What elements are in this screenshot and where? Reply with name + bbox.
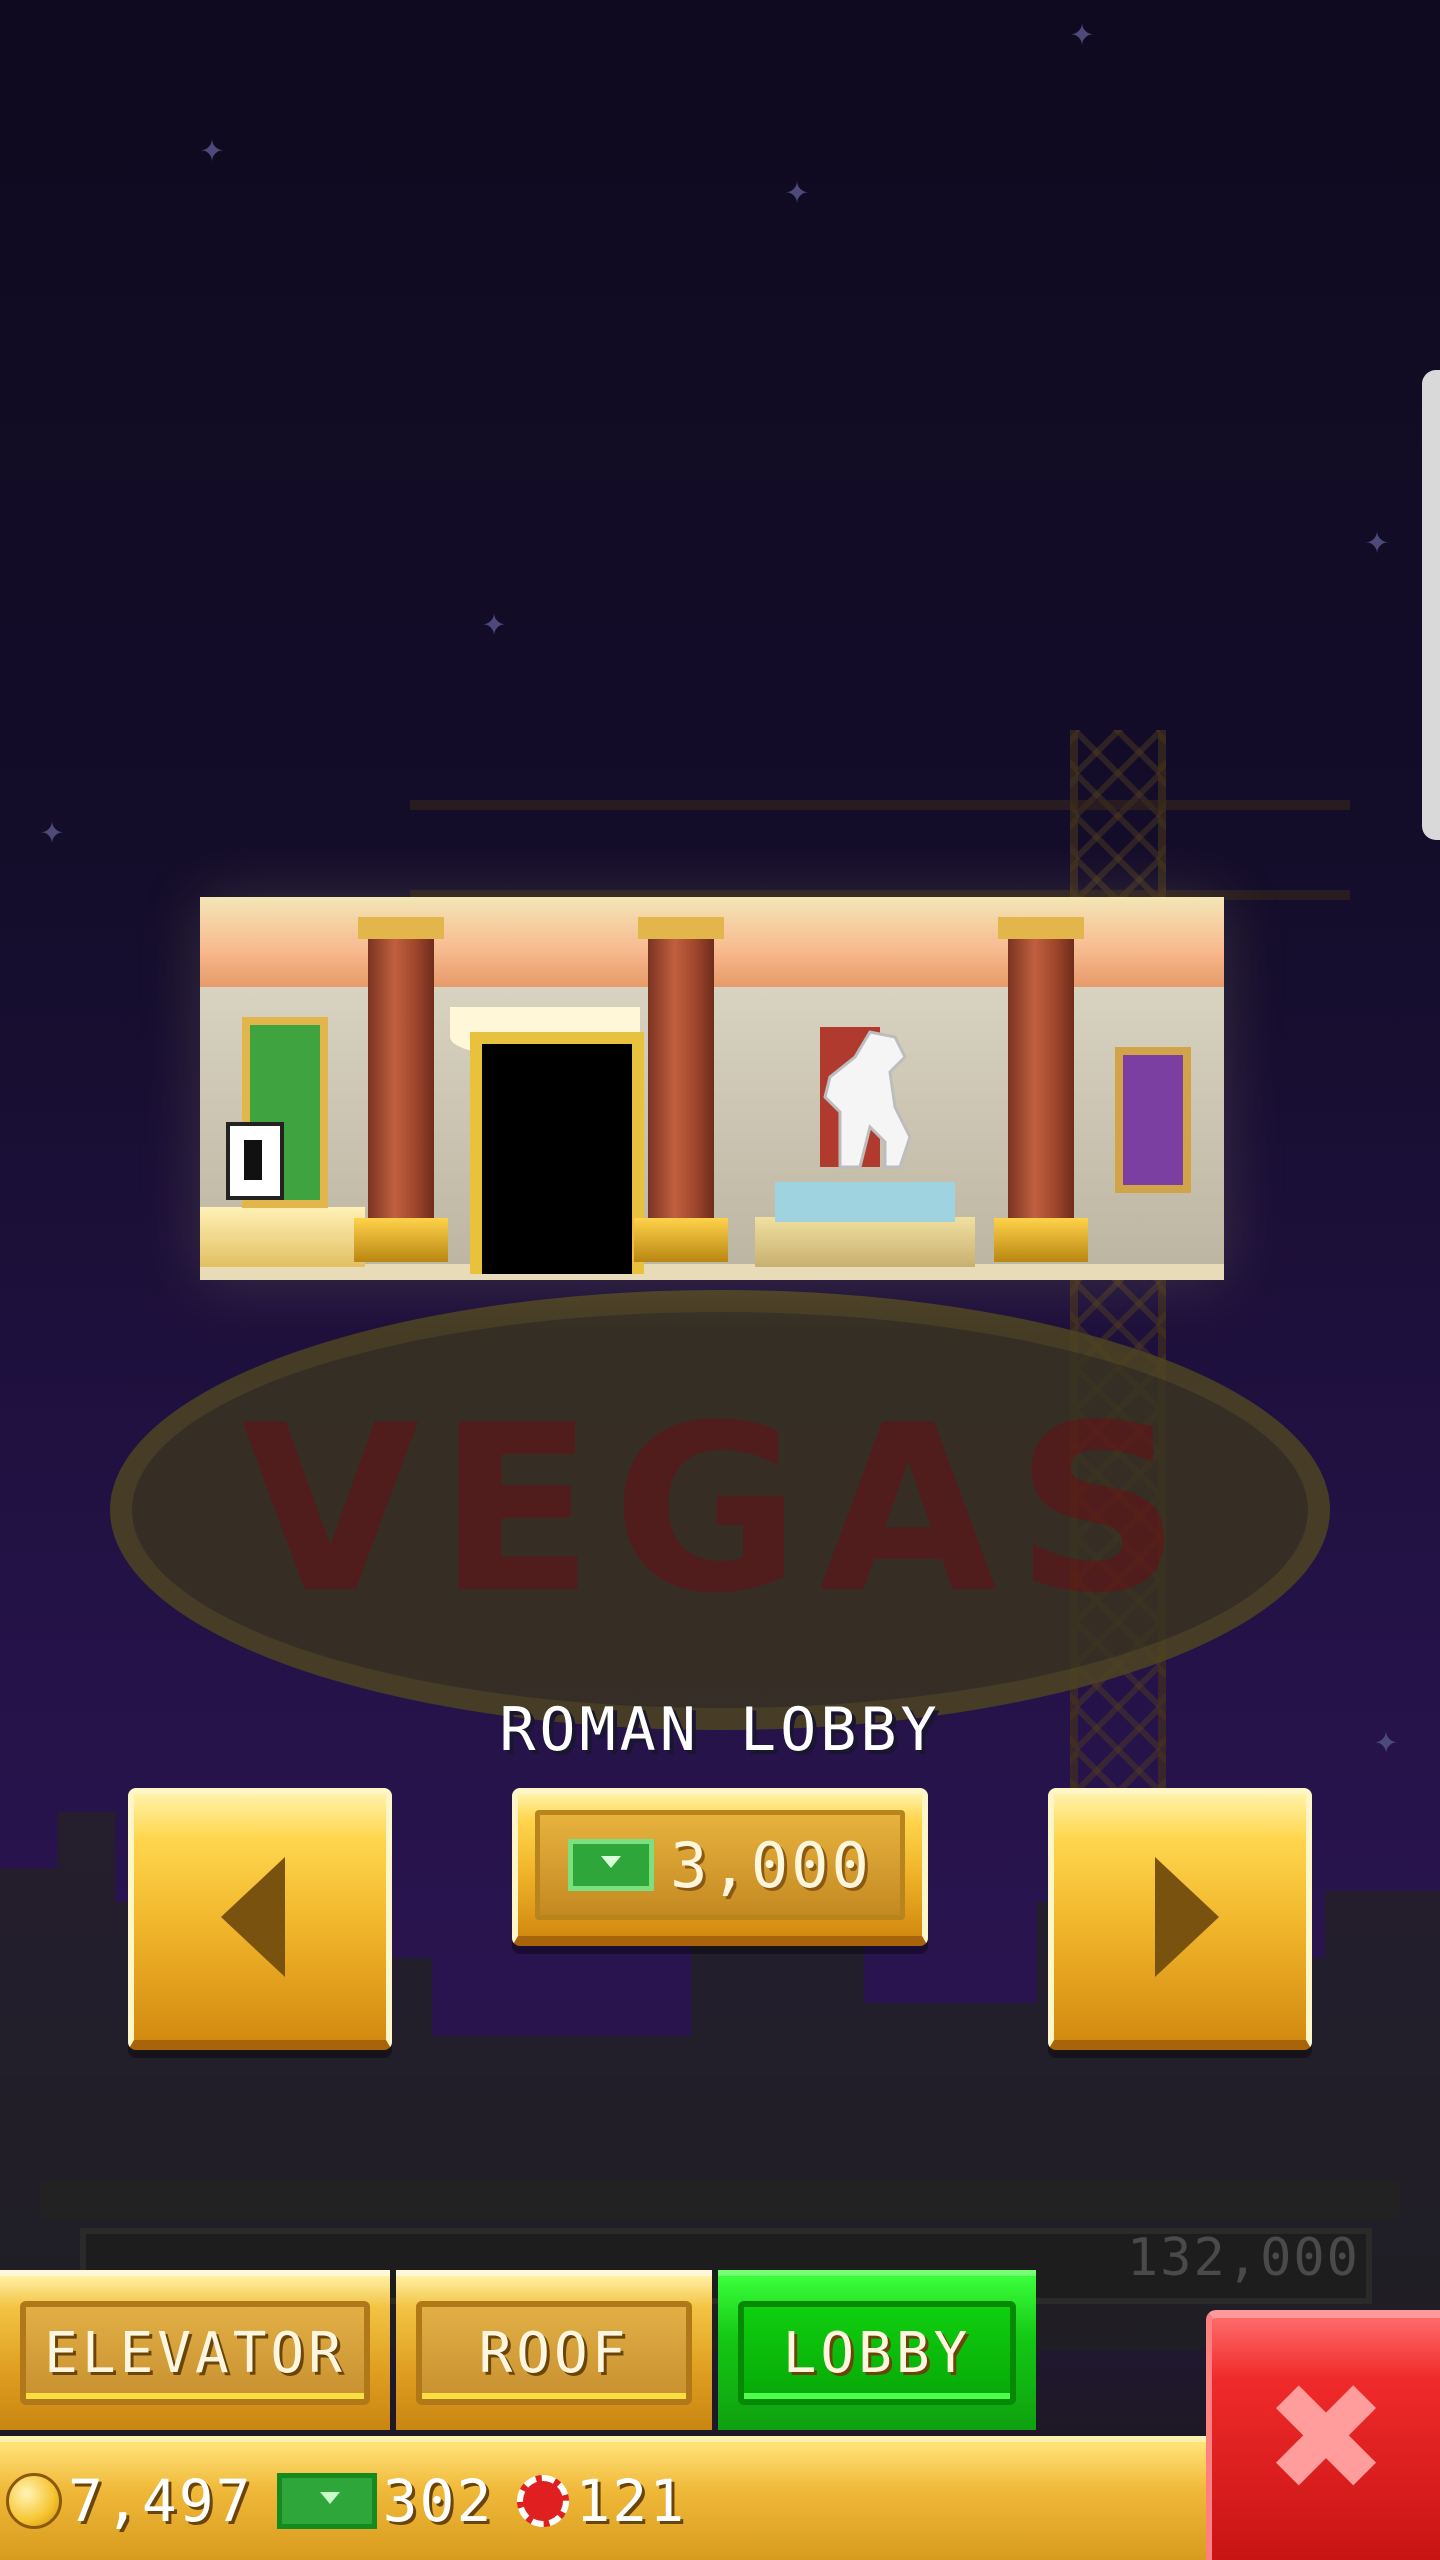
side-panel-handle[interactable] <box>1422 370 1440 840</box>
buy-room-button[interactable]: 3,000 <box>512 1788 928 1946</box>
close-x-icon: ✖ <box>1263 2352 1389 2526</box>
fountain-pool <box>775 1182 955 1222</box>
currency-bar: 7,497 302 121 <box>0 2436 1210 2560</box>
star: ✦ <box>785 167 810 213</box>
tab-roof[interactable]: ROOF <box>396 2270 712 2430</box>
bux-amount: 302 <box>382 2467 494 2535</box>
room-title: ROMAN LOBBY <box>499 1695 941 1765</box>
tab-lobby[interactable]: LOBBY <box>718 2270 1036 2430</box>
tab-roof-label: ROOF <box>478 2320 630 2386</box>
star: ✦ <box>1070 9 1095 55</box>
elevator-door <box>470 1032 644 1274</box>
elevator-call-icon <box>226 1122 284 1200</box>
chip-amount: 121 <box>575 2467 687 2535</box>
roman-column <box>634 917 728 1262</box>
next-room-button[interactable] <box>1048 1788 1312 2050</box>
lobby-preview <box>200 897 1224 1280</box>
crane-arm <box>410 800 1350 900</box>
fountain-base <box>755 1217 975 1267</box>
tower-bux-icon <box>276 2473 377 2529</box>
close-button[interactable]: ✖ <box>1206 2310 1440 2560</box>
star: ✦ <box>1365 517 1390 563</box>
pedestal <box>200 1207 365 1267</box>
roman-column <box>354 917 448 1262</box>
horse-statue-icon <box>820 1027 912 1169</box>
floor-price: 132,000 <box>1126 2228 1360 2288</box>
arrow-right-icon <box>1155 1857 1219 1977</box>
vegas-sign: VEGAS <box>110 1290 1330 1730</box>
room-price: 3,000 <box>670 1828 872 1902</box>
tower-bux-icon <box>568 1839 655 1891</box>
tab-elevator-label: ELEVATOR <box>44 2320 346 2386</box>
coin-icon <box>6 2473 62 2529</box>
star: ✦ <box>40 807 65 853</box>
price-tag: 3,000 <box>535 1810 905 1920</box>
tab-elevator-inner: ELEVATOR <box>20 2301 370 2405</box>
previous-room-button[interactable] <box>128 1788 392 2050</box>
star: ✦ <box>482 599 507 645</box>
tab-elevator[interactable]: ELEVATOR <box>0 2270 390 2430</box>
tab-lobby-inner: LOBBY <box>738 2301 1016 2405</box>
roman-column <box>994 917 1088 1262</box>
casino-chip-icon <box>517 2475 570 2527</box>
star: ✦ <box>200 125 225 171</box>
tower-roof <box>40 2180 1400 2220</box>
coin-amount: 7,497 <box>68 2467 253 2535</box>
chip-balance: 121 <box>517 2467 686 2535</box>
tab-roof-inner: ROOF <box>416 2301 692 2405</box>
vegas-sign-text: VEGAS <box>241 1376 1199 1644</box>
arrow-left-icon <box>221 1857 285 1977</box>
coin-balance: 7,497 <box>6 2467 253 2535</box>
bux-balance: 302 <box>276 2467 494 2535</box>
tab-lobby-label: LOBBY <box>782 2320 972 2386</box>
purple-banner <box>1115 1047 1191 1193</box>
